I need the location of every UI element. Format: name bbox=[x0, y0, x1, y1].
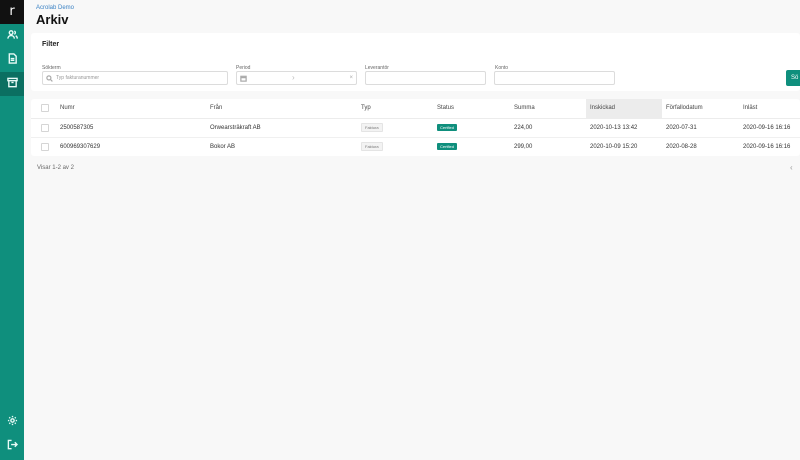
column-header-due-date[interactable]: Förfallodatum bbox=[662, 99, 739, 119]
invoice-sum: 299,00 bbox=[510, 137, 586, 156]
status-badge: Certfied bbox=[437, 124, 458, 131]
select-all-checkbox[interactable] bbox=[41, 104, 49, 113]
previous-page-button[interactable]: ‹ bbox=[790, 163, 793, 172]
column-header-sum[interactable]: Summa bbox=[510, 99, 586, 119]
invoice-number: 2500587305 bbox=[56, 118, 206, 138]
column-header-status[interactable]: Status bbox=[433, 99, 510, 119]
column-header-type[interactable]: Typ bbox=[357, 99, 433, 119]
filter-title: Filter bbox=[42, 41, 60, 48]
period-range-picker[interactable]: › × bbox=[236, 71, 357, 85]
invoice-table: Numr Från Typ Status Summa Inskickad För… bbox=[31, 99, 800, 156]
due-date: 2020-08-28 bbox=[662, 137, 739, 156]
documents-nav-button[interactable] bbox=[0, 48, 24, 72]
column-header-submitted[interactable]: Inskickad bbox=[586, 99, 662, 119]
type-chip: Faktura bbox=[361, 142, 383, 151]
supplier-name: Orwearsträkraft AB bbox=[206, 118, 357, 138]
supplier-select[interactable] bbox=[365, 71, 486, 85]
supplier-name: Bokor AB bbox=[206, 137, 357, 156]
type-chip: Faktura bbox=[361, 123, 383, 132]
clear-icon[interactable]: × bbox=[349, 72, 353, 84]
table-row[interactable]: 2500587305 Orwearsträkraft AB Faktura Ce… bbox=[31, 118, 800, 138]
logout-button[interactable] bbox=[0, 434, 24, 458]
search-button[interactable]: Sö bbox=[786, 70, 800, 86]
filter-panel: Filter Sökterm Typ fakturanummer Period … bbox=[31, 33, 800, 91]
read-date: 2020-09-16 16:16 bbox=[739, 118, 800, 138]
invoice-number: 600969307629 bbox=[56, 137, 206, 156]
submitted-date: 2020-10-09 15:20 bbox=[586, 137, 662, 156]
pagination-summary: Visar 1-2 av 2 bbox=[37, 165, 74, 171]
account-select[interactable] bbox=[494, 71, 615, 85]
search-placeholder: Typ fakturanummer bbox=[56, 75, 100, 81]
archive-icon bbox=[6, 75, 18, 93]
settings-nav-button[interactable] bbox=[0, 410, 24, 434]
logout-icon bbox=[7, 437, 18, 455]
page-title: Arkiv bbox=[36, 12, 69, 27]
users-icon bbox=[6, 27, 18, 45]
archive-nav-button[interactable] bbox=[0, 72, 24, 96]
search-icon bbox=[46, 75, 53, 82]
document-icon bbox=[7, 51, 18, 69]
users-nav-button[interactable] bbox=[0, 24, 24, 48]
gear-icon bbox=[7, 413, 18, 431]
breadcrumb[interactable]: Acrolab Demo bbox=[36, 5, 74, 11]
due-date: 2020-07-31 bbox=[662, 118, 739, 138]
app-logo[interactable]: r bbox=[0, 0, 24, 24]
submitted-date: 2020-10-13 13:42 bbox=[586, 118, 662, 138]
main-content: Acrolab Demo Arkiv Filter Sökterm Typ fa… bbox=[24, 0, 800, 460]
table-row[interactable]: 600969307629 Bokor AB Faktura Certfied 2… bbox=[31, 137, 800, 156]
column-header-number[interactable]: Numr bbox=[56, 99, 206, 119]
row-checkbox[interactable] bbox=[41, 123, 49, 132]
sidebar: r bbox=[0, 0, 24, 460]
table-header-row: Numr Från Typ Status Summa Inskickad För… bbox=[31, 99, 800, 119]
calendar-icon bbox=[240, 75, 247, 82]
column-header-read[interactable]: Inläst bbox=[739, 99, 800, 119]
status-badge: Certfied bbox=[437, 143, 458, 150]
column-header-from[interactable]: Från bbox=[206, 99, 357, 119]
range-arrow-icon: › bbox=[292, 73, 295, 82]
row-checkbox[interactable] bbox=[41, 142, 49, 151]
read-date: 2020-09-16 16:16 bbox=[739, 137, 800, 156]
invoice-sum: 224,00 bbox=[510, 118, 586, 138]
search-input[interactable]: Typ fakturanummer bbox=[42, 71, 228, 85]
